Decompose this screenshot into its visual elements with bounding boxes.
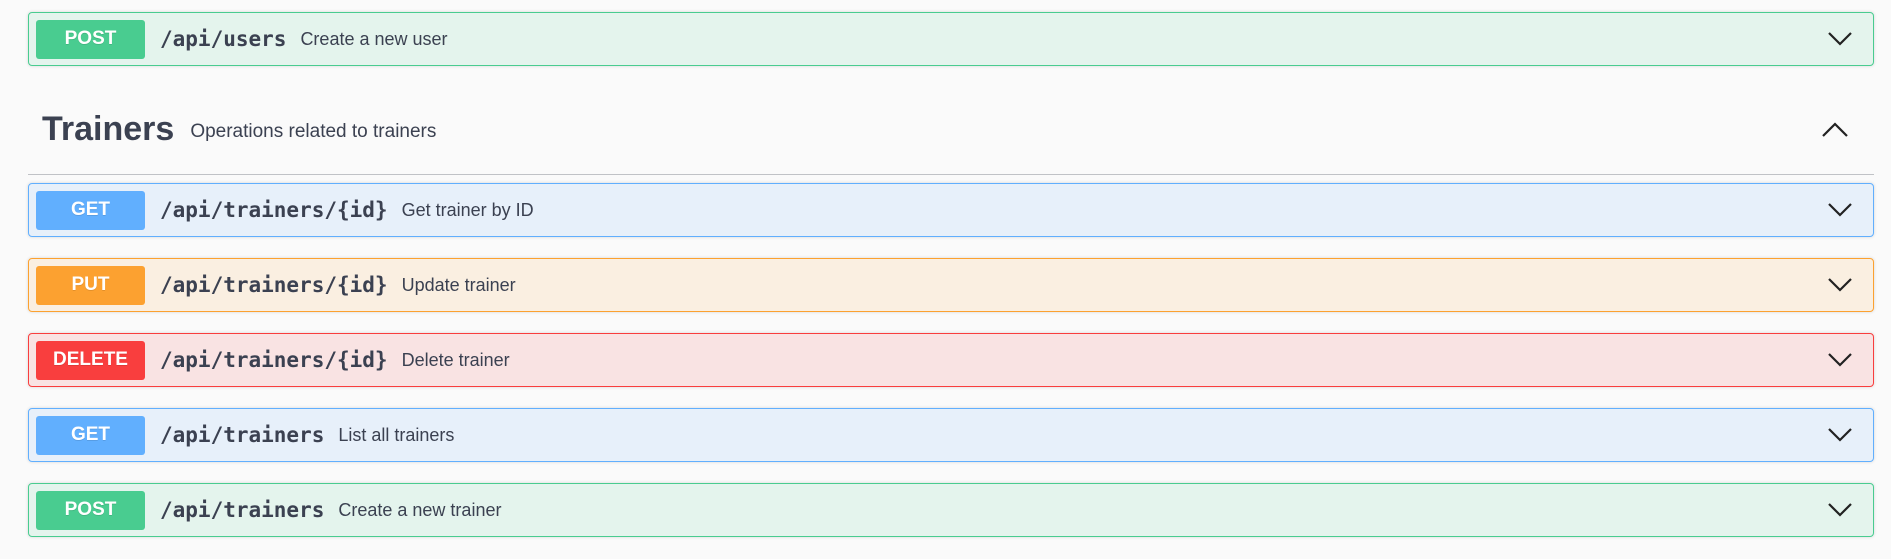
method-badge: POST [36, 490, 145, 530]
method-badge: GET [36, 415, 145, 455]
method-badge: POST [36, 19, 145, 59]
operation-get-trainer-by-id[interactable]: GET /api/trainers/{id} Get trainer by ID [28, 183, 1874, 237]
method-badge: DELETE [36, 340, 145, 380]
tag-description: Operations related to trainers [190, 120, 437, 142]
operation-summary: Update trainer [401, 274, 516, 295]
operation-path: /api/trainers/{id} [160, 198, 388, 222]
operation-path: /api/users [160, 27, 287, 51]
chevron-down-icon[interactable] [1825, 195, 1855, 225]
operation-path: /api/trainers/{id} [160, 273, 388, 297]
operation-summary: List all trainers [338, 424, 455, 445]
operation-path: /api/trainers/{id} [160, 348, 388, 372]
operation-create-trainer[interactable]: POST /api/trainers Create a new trainer [28, 483, 1874, 537]
chevron-up-icon[interactable] [1818, 113, 1852, 147]
chevron-down-icon[interactable] [1825, 345, 1855, 375]
operation-summary: Delete trainer [401, 349, 510, 370]
operation-put-trainer[interactable]: PUT /api/trainers/{id} Update trainer [28, 258, 1874, 312]
operation-summary: Get trainer by ID [401, 199, 534, 220]
chevron-down-icon[interactable] [1825, 495, 1855, 525]
chevron-down-icon[interactable] [1825, 420, 1855, 450]
operation-post-users[interactable]: POST /api/users Create a new user [28, 12, 1874, 66]
method-badge: PUT [36, 265, 145, 305]
operation-path: /api/trainers [160, 423, 325, 447]
chevron-down-icon[interactable] [1825, 24, 1855, 54]
operation-summary: Create a new user [300, 28, 448, 49]
method-badge: GET [36, 190, 145, 230]
operation-summary: Create a new trainer [338, 499, 502, 520]
operation-list-trainers[interactable]: GET /api/trainers List all trainers [28, 408, 1874, 462]
tag-title: Trainers [42, 110, 175, 148]
operation-delete-trainer[interactable]: DELETE /api/trainers/{id} Delete trainer [28, 333, 1874, 387]
tag-section-header[interactable]: Trainers Operations related to trainers [28, 85, 1874, 175]
chevron-down-icon[interactable] [1825, 270, 1855, 300]
operation-path: /api/trainers [160, 498, 325, 522]
